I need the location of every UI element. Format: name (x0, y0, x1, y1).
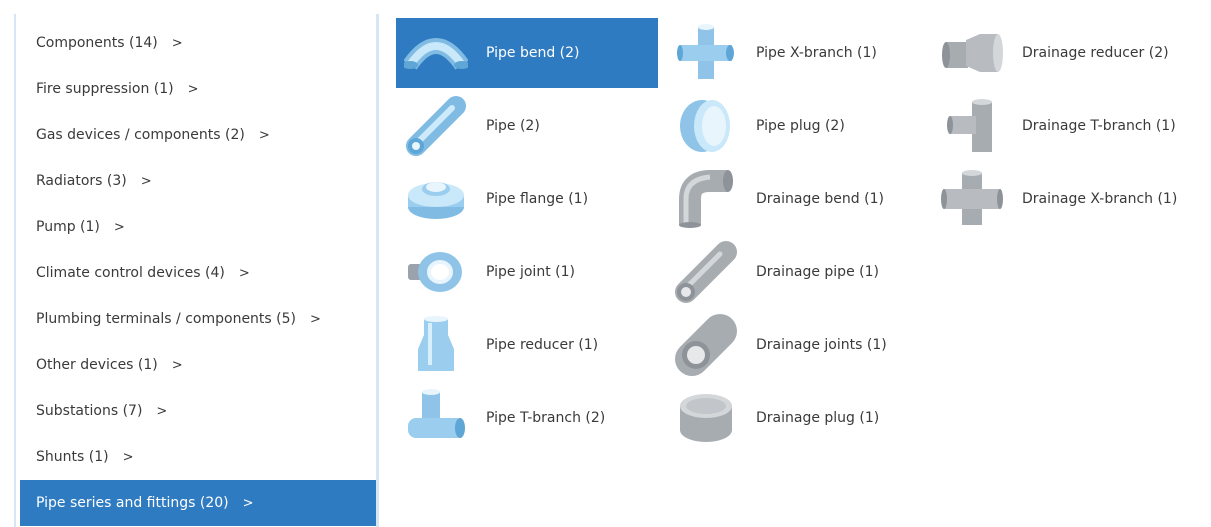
chevron-right-icon: > (187, 81, 199, 97)
category-climate-control[interactable]: Climate control devices (4) > (20, 250, 376, 296)
item-label: Drainage joints (1) (756, 337, 887, 353)
chevron-right-icon: > (122, 449, 134, 465)
category-other-devices[interactable]: Other devices (1) > (20, 342, 376, 388)
category-label: Components (14) (36, 35, 158, 51)
drainage-pipe-icon (666, 237, 746, 307)
chevron-right-icon: > (113, 219, 125, 235)
category-label: Substations (7) (36, 403, 143, 419)
category-label: Pump (1) (36, 219, 100, 235)
category-shunts[interactable]: Shunts (1) > (20, 434, 376, 480)
drainage-plug-icon (666, 383, 746, 453)
category-fire-suppression[interactable]: Fire suppression (1) > (20, 66, 376, 112)
pipe-joint-icon (396, 237, 476, 307)
product-grid: Pipe bend (2) Pipe (2) Pipe flange (1) P… (394, 14, 1211, 514)
pipe-flange-icon (396, 164, 476, 234)
drainage-x-branch-icon (932, 164, 1012, 234)
pipe-icon (396, 91, 476, 161)
category-label: Other devices (1) (36, 357, 158, 373)
item-drainage-pipe[interactable]: Drainage pipe (1) (666, 237, 930, 307)
category-label: Pipe series and fittings (20) (36, 495, 229, 511)
category-components[interactable]: Components (14) > (20, 20, 376, 66)
category-label: Fire suppression (1) (36, 81, 174, 97)
item-drainage-joints[interactable]: Drainage joints (1) (666, 310, 930, 380)
drainage-reducer-icon (932, 18, 1012, 88)
panel-divider (376, 14, 379, 527)
item-label: Pipe T-branch (2) (486, 410, 606, 426)
item-label: Pipe plug (2) (756, 118, 845, 134)
item-label: Pipe (2) (486, 118, 540, 134)
item-label: Drainage X-branch (1) (1022, 191, 1178, 207)
chevron-right-icon: > (310, 311, 321, 327)
item-drainage-reducer[interactable]: Drainage reducer (2) (932, 18, 1211, 88)
item-pipe-flange[interactable]: Pipe flange (1) (396, 164, 660, 234)
pipe-t-branch-icon (396, 383, 476, 453)
item-label: Pipe joint (1) (486, 264, 575, 280)
item-label: Pipe bend (2) (486, 45, 580, 61)
chevron-right-icon: > (156, 403, 168, 419)
category-label: Radiators (3) (36, 173, 127, 189)
item-label: Pipe reducer (1) (486, 337, 599, 353)
item-pipe-plug[interactable]: Pipe plug (2) (666, 91, 930, 161)
item-pipe-bend[interactable]: Pipe bend (2) (396, 18, 658, 88)
item-label: Drainage reducer (2) (1022, 45, 1169, 61)
item-drainage-x-branch[interactable]: Drainage X-branch (1) (932, 164, 1211, 234)
item-label: Pipe flange (1) (486, 191, 589, 207)
pipe-reducer-icon (396, 310, 476, 380)
drainage-t-branch-icon (932, 91, 1012, 161)
item-drainage-bend[interactable]: Drainage bend (1) (666, 164, 930, 234)
item-pipe-joint[interactable]: Pipe joint (1) (396, 237, 660, 307)
pipe-plug-icon (666, 91, 746, 161)
chevron-right-icon: > (238, 265, 250, 281)
item-pipe[interactable]: Pipe (2) (396, 91, 660, 161)
pipe-bend-icon (396, 18, 476, 88)
category-label: Plumbing terminals / components (5) (36, 311, 296, 327)
item-pipe-reducer[interactable]: Pipe reducer (1) (396, 310, 660, 380)
item-drainage-plug[interactable]: Drainage plug (1) (666, 383, 930, 453)
drainage-joints-icon (666, 310, 746, 380)
drainage-bend-icon (666, 164, 746, 234)
chevron-right-icon: > (242, 495, 254, 511)
category-substations[interactable]: Substations (7) > (20, 388, 376, 434)
chevron-right-icon: > (258, 127, 270, 143)
category-label: Shunts (1) (36, 449, 109, 465)
item-label: Drainage plug (1) (756, 410, 880, 426)
chevron-right-icon: > (171, 35, 183, 51)
chevron-right-icon: > (140, 173, 152, 189)
item-label: Drainage bend (1) (756, 191, 884, 207)
pipe-x-branch-icon (666, 18, 746, 88)
item-label: Drainage T-branch (1) (1022, 118, 1176, 134)
category-pipe-series[interactable]: Pipe series and fittings (20) > (20, 480, 376, 526)
category-plumbing-terminals[interactable]: Plumbing terminals / components (5) > (20, 296, 376, 342)
category-label: Gas devices / components (2) (36, 127, 245, 143)
item-pipe-x-branch[interactable]: Pipe X-branch (1) (666, 18, 930, 88)
item-label: Pipe X-branch (1) (756, 45, 877, 61)
category-label: Climate control devices (4) (36, 265, 225, 281)
item-pipe-t-branch[interactable]: Pipe T-branch (2) (396, 383, 660, 453)
chevron-right-icon: > (171, 357, 183, 373)
category-radiators[interactable]: Radiators (3) > (20, 158, 376, 204)
category-gas-devices[interactable]: Gas devices / components (2) > (20, 112, 376, 158)
item-label: Drainage pipe (1) (756, 264, 879, 280)
category-pump[interactable]: Pump (1) > (20, 204, 376, 250)
item-drainage-t-branch[interactable]: Drainage T-branch (1) (932, 91, 1211, 161)
category-sidebar: Components (14) > Fire suppression (1) > G… (14, 14, 376, 527)
